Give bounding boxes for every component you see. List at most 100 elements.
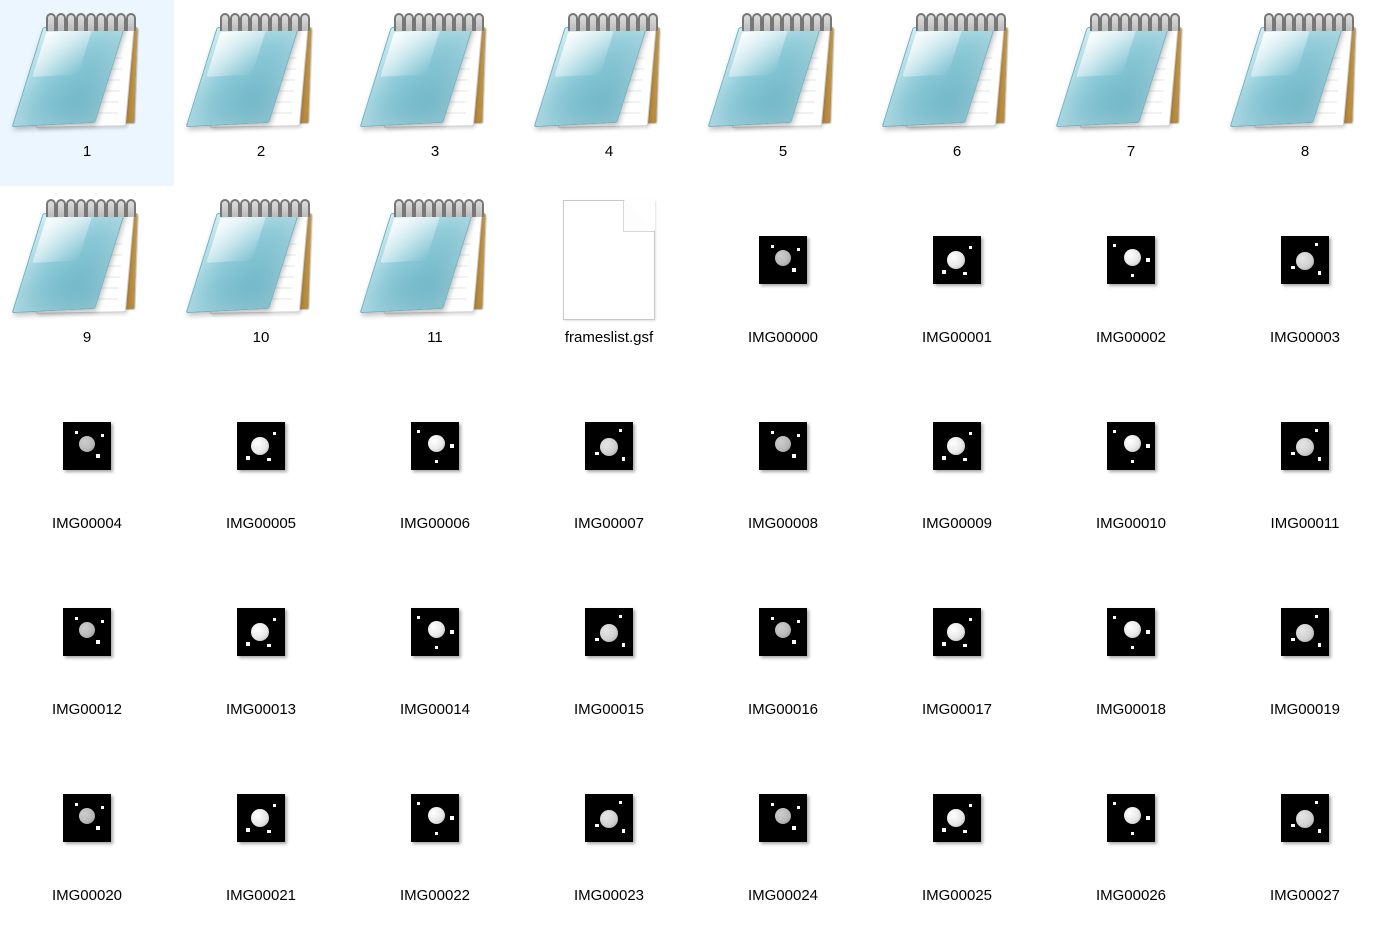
notepad-icon [32,205,142,315]
file-item[interactable]: IMG00002 [1044,186,1218,372]
image-thumbnail [1107,236,1155,284]
file-item[interactable]: IMG00005 [174,372,348,558]
image-thumbnail [759,422,807,470]
notepad-icon [1076,19,1186,129]
notepad-icon [902,19,1012,129]
file-item[interactable]: IMG00009 [870,372,1044,558]
notepad-icon [1250,19,1360,129]
file-label: IMG00022 [394,886,476,906]
file-item[interactable]: frameslist.gsf [522,186,696,372]
file-item[interactable]: IMG00022 [348,744,522,930]
file-item[interactable]: IMG00019 [1218,558,1392,744]
file-label: IMG00027 [1264,886,1346,906]
file-label: 8 [1295,142,1315,162]
image-thumbnail [585,422,633,470]
file-item[interactable]: IMG00013 [174,558,348,744]
file-item[interactable]: IMG00012 [0,558,174,744]
file-item[interactable]: IMG00010 [1044,372,1218,558]
file-label: 6 [947,142,967,162]
image-thumbnail [237,422,285,470]
image-thumbnail [1107,422,1155,470]
file-label: IMG00020 [46,886,128,906]
image-thumbnail [411,422,459,470]
file-label: 4 [599,142,619,162]
file-item[interactable]: IMG00003 [1218,186,1392,372]
file-item[interactable]: 5 [696,0,870,186]
file-item[interactable]: 1 [0,0,174,186]
notepad-icon [32,19,142,129]
file-label: IMG00015 [568,700,650,720]
image-thumbnail [1107,608,1155,656]
file-label: IMG00011 [1265,514,1346,534]
image-thumbnail [759,794,807,842]
file-item[interactable]: IMG00017 [870,558,1044,744]
image-thumbnail [63,608,111,656]
file-label: 7 [1121,142,1141,162]
image-thumbnail [411,608,459,656]
image-thumbnail [237,608,285,656]
file-label: IMG00006 [394,514,476,534]
image-thumbnail [1281,422,1329,470]
file-item[interactable]: 9 [0,186,174,372]
file-label: IMG00004 [46,514,128,534]
file-label: 11 [421,328,449,348]
notepad-icon [728,19,838,129]
file-item[interactable]: IMG00021 [174,744,348,930]
file-item[interactable]: IMG00027 [1218,744,1392,930]
file-item[interactable]: 3 [348,0,522,186]
file-item[interactable]: IMG00015 [522,558,696,744]
image-thumbnail [63,794,111,842]
file-item[interactable]: IMG00020 [0,744,174,930]
image-thumbnail [759,236,807,284]
notepad-icon [380,205,490,315]
file-item[interactable]: IMG00000 [696,186,870,372]
image-thumbnail [933,236,981,284]
file-item[interactable]: 11 [348,186,522,372]
file-item[interactable]: IMG00004 [0,372,174,558]
file-label: 5 [773,142,793,162]
file-label: IMG00012 [46,700,128,720]
image-thumbnail [933,422,981,470]
file-item[interactable]: IMG00006 [348,372,522,558]
file-item[interactable]: IMG00014 [348,558,522,744]
generic-file-icon [563,200,655,320]
image-thumbnail [759,608,807,656]
file-item[interactable]: IMG00011 [1218,372,1392,558]
file-item[interactable]: 2 [174,0,348,186]
file-label: IMG00025 [916,886,998,906]
file-label: IMG00014 [394,700,476,720]
file-label: IMG00010 [1090,514,1172,534]
file-item[interactable]: IMG00023 [522,744,696,930]
image-thumbnail [1281,236,1329,284]
image-thumbnail [933,794,981,842]
file-item[interactable]: 4 [522,0,696,186]
file-label: IMG00003 [1264,328,1346,348]
file-item[interactable]: IMG00024 [696,744,870,930]
file-item[interactable]: IMG00007 [522,372,696,558]
file-item[interactable]: 7 [1044,0,1218,186]
file-label: IMG00018 [1090,700,1172,720]
file-label: IMG00013 [220,700,302,720]
image-thumbnail [1281,608,1329,656]
file-item[interactable]: 10 [174,186,348,372]
file-item[interactable]: IMG00001 [870,186,1044,372]
image-thumbnail [585,608,633,656]
file-label: IMG00001 [916,328,998,348]
notepad-icon [380,19,490,129]
file-label: IMG00000 [742,328,824,348]
file-item[interactable]: IMG00016 [696,558,870,744]
file-item[interactable]: 6 [870,0,1044,186]
file-item[interactable]: IMG00026 [1044,744,1218,930]
file-label: 10 [247,328,276,348]
file-label: IMG00019 [1264,700,1346,720]
file-label: IMG00008 [742,514,824,534]
file-label: IMG00016 [742,700,824,720]
file-label: IMG00026 [1090,886,1172,906]
file-item[interactable]: IMG00008 [696,372,870,558]
image-thumbnail [63,422,111,470]
file-item[interactable]: IMG00018 [1044,558,1218,744]
file-label: IMG00021 [220,886,302,906]
file-label: IMG00002 [1090,328,1172,348]
file-item[interactable]: IMG00025 [870,744,1044,930]
file-item[interactable]: 8 [1218,0,1392,186]
